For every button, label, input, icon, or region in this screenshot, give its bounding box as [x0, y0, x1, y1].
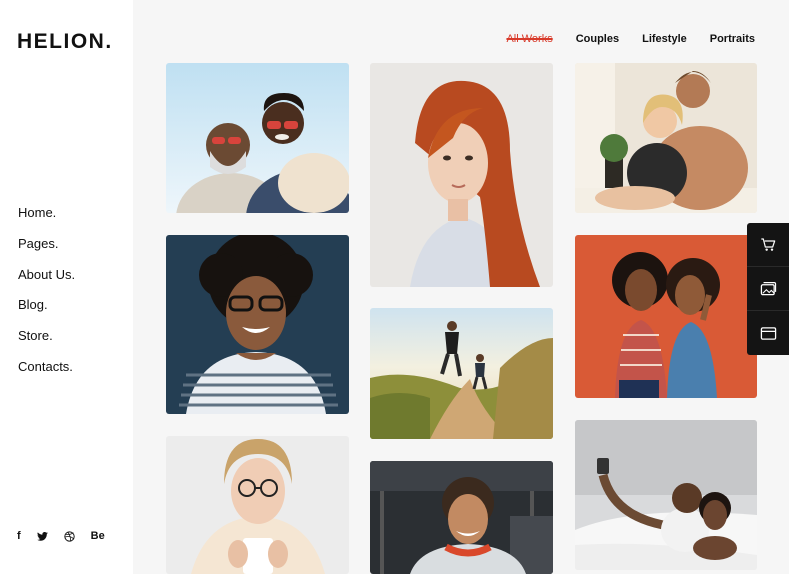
dribbble-icon[interactable] [64, 530, 75, 542]
nav-item-contacts[interactable]: Contacts. [18, 359, 75, 390]
photo-couple-sofa [575, 63, 757, 213]
filter-portraits[interactable]: Portraits [710, 33, 755, 45]
filter-lifestyle[interactable]: Lifestyle [642, 33, 687, 45]
social-links: f Be [17, 530, 105, 542]
behance-icon[interactable]: Be [91, 530, 105, 542]
filter-couples[interactable]: Couples [576, 33, 619, 45]
photo-man-headphones [370, 461, 553, 574]
photo-couple-selfie-bed [575, 420, 757, 570]
filter-all-works[interactable]: All Works [506, 33, 552, 45]
nav-item-home[interactable]: Home. [18, 205, 75, 236]
gallery-tile-woman-curly-glasses[interactable] [166, 235, 349, 414]
window-icon [760, 326, 776, 340]
nav-item-store[interactable]: Store. [18, 328, 75, 359]
photo-two-women-orange [575, 235, 757, 398]
gallery-tile-couple-selfie-bed[interactable] [575, 420, 757, 570]
sidebar: HELION. Home. Pages. About Us. Blog. Sto… [0, 0, 133, 574]
gallery-button[interactable] [747, 267, 789, 311]
photo-woman-mug [166, 436, 349, 574]
nav-item-pages[interactable]: Pages. [18, 236, 75, 267]
logo[interactable]: HELION. [17, 30, 113, 54]
gallery-icon [760, 281, 776, 295]
photo-red-haired-woman [370, 63, 553, 287]
cart-button[interactable] [747, 223, 789, 267]
window-button[interactable] [747, 311, 789, 355]
cart-icon [761, 237, 776, 251]
floating-toolbar [747, 223, 789, 355]
gallery-tile-red-haired-woman[interactable] [370, 63, 553, 287]
gallery-tile-man-headphones[interactable] [370, 461, 553, 574]
gallery-tile-woman-mug[interactable] [166, 436, 349, 574]
gallery-tile-two-women-orange[interactable] [575, 235, 757, 398]
filter-tabs: All Works Couples Lifestyle Portraits [506, 33, 755, 45]
photo-couple-sunglasses [166, 63, 349, 213]
gallery-tile-couple-sunglasses[interactable] [166, 63, 349, 213]
facebook-icon[interactable]: f [17, 530, 21, 542]
twitter-icon[interactable] [36, 531, 48, 541]
nav-item-blog[interactable]: Blog. [18, 297, 75, 328]
nav-item-about[interactable]: About Us. [18, 267, 75, 298]
gallery-tile-runners-trail[interactable] [370, 308, 553, 439]
photo-runners-trail [370, 308, 553, 439]
gallery-tile-couple-sofa[interactable] [575, 63, 757, 213]
main-nav: Home. Pages. About Us. Blog. Store. Cont… [18, 205, 75, 390]
photo-woman-curly-glasses [166, 235, 349, 414]
